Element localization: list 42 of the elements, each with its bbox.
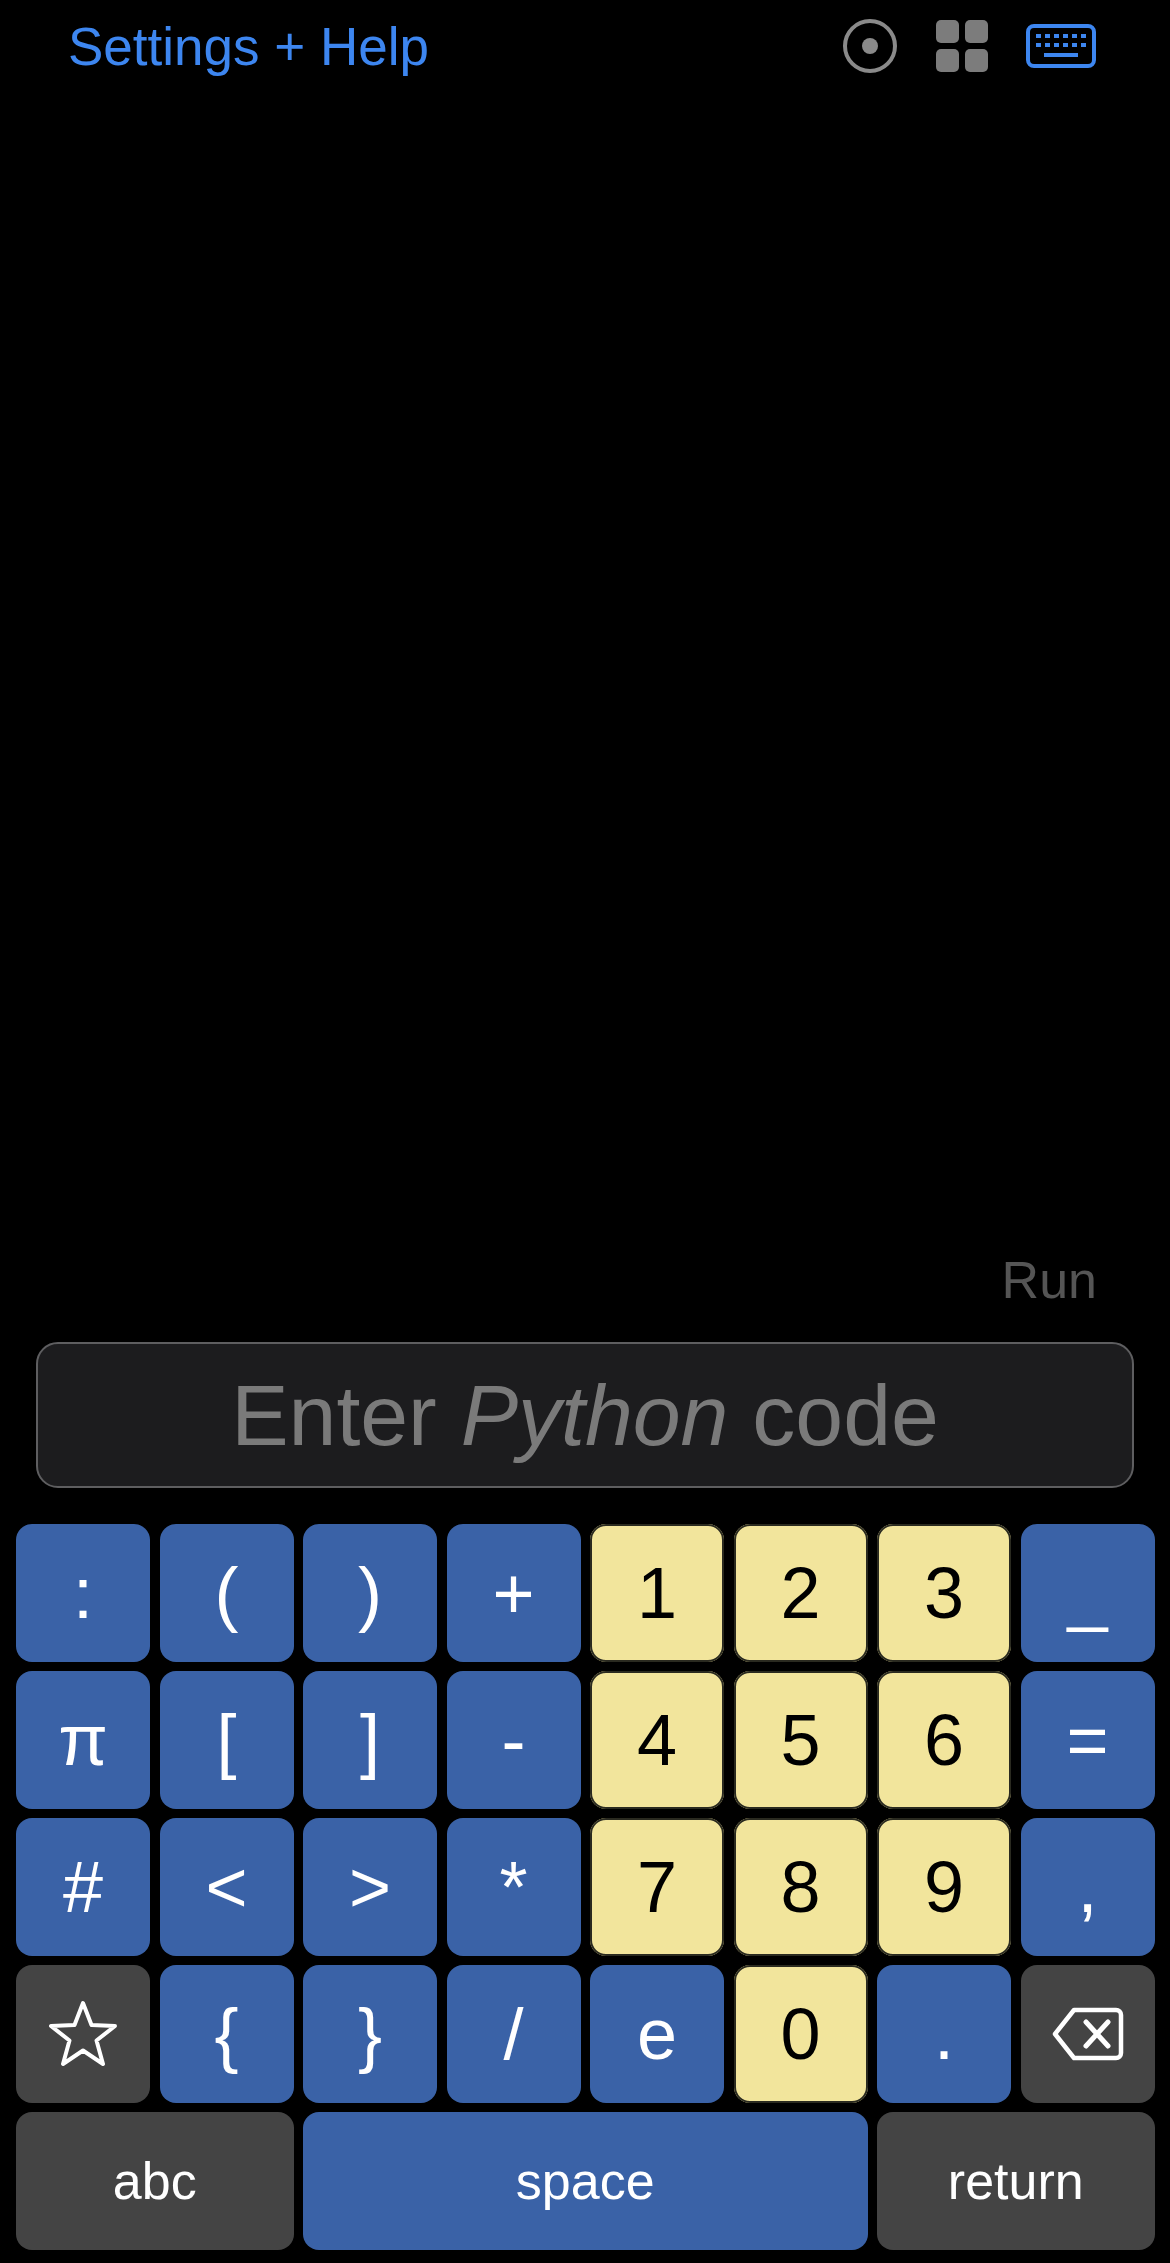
keyboard-key[interactable]: ) <box>303 1524 437 1662</box>
keyboard-key[interactable]: # <box>16 1818 150 1956</box>
settings-help-link[interactable]: Settings + Help <box>68 15 429 77</box>
backspace-icon <box>1051 2007 1124 2061</box>
keyboard-key[interactable]: < <box>159 1818 294 1956</box>
keyboard-key[interactable]: 9 <box>877 1818 1011 1956</box>
keyboard-key[interactable]: = <box>1020 1671 1155 1809</box>
keyboard-icon[interactable] <box>1026 24 1096 68</box>
keyboard-key[interactable]: / <box>446 1965 581 2103</box>
keyboard-key[interactable]: 4 <box>590 1671 724 1809</box>
keyboard-key[interactable]: } <box>303 1965 437 2103</box>
keyboard-key[interactable]: : <box>16 1524 150 1662</box>
keyboard-key[interactable]: - <box>446 1671 581 1809</box>
keyboard-key[interactable]: + <box>446 1524 581 1662</box>
keyboard-key[interactable]: 0 <box>733 1965 868 2103</box>
keyboard-key[interactable]: . <box>877 1965 1011 2103</box>
keyboard-key[interactable]: 7 <box>590 1818 724 1956</box>
keyboard-key[interactable]: 8 <box>733 1818 868 1956</box>
star-icon <box>47 1999 119 2069</box>
keyboard-key[interactable]: 3 <box>877 1524 1011 1662</box>
keyboard-key[interactable]: space <box>303 2112 868 2250</box>
favorites-key[interactable] <box>16 1965 150 2103</box>
grid-icon[interactable] <box>936 20 988 72</box>
keyboard-key[interactable]: { <box>159 1965 294 2103</box>
keyboard-key[interactable]: π <box>16 1671 150 1809</box>
keyboard-key[interactable]: ] <box>303 1671 437 1809</box>
keyboard-key[interactable]: ( <box>159 1524 294 1662</box>
keyboard-key[interactable]: 2 <box>733 1524 868 1662</box>
keyboard-key[interactable]: _ <box>1020 1524 1155 1662</box>
keyboard-key[interactable]: [ <box>159 1671 294 1809</box>
code-input-field[interactable]: Enter Python code <box>36 1342 1134 1488</box>
keyboard-key[interactable]: abc <box>16 2112 294 2250</box>
keyboard-key[interactable]: > <box>303 1818 437 1956</box>
keyboard-key[interactable]: 6 <box>877 1671 1011 1809</box>
delete-key[interactable] <box>1020 1965 1155 2103</box>
keyboard-key[interactable]: return <box>877 2112 1155 2250</box>
keyboard-key[interactable]: , <box>1020 1818 1155 1956</box>
keyboard-key[interactable]: 5 <box>733 1671 868 1809</box>
keyboard-key[interactable]: * <box>446 1818 581 1956</box>
keyboard-key[interactable]: e <box>590 1965 724 2103</box>
keyboard-key[interactable]: 1 <box>590 1524 724 1662</box>
record-icon[interactable] <box>842 18 898 74</box>
